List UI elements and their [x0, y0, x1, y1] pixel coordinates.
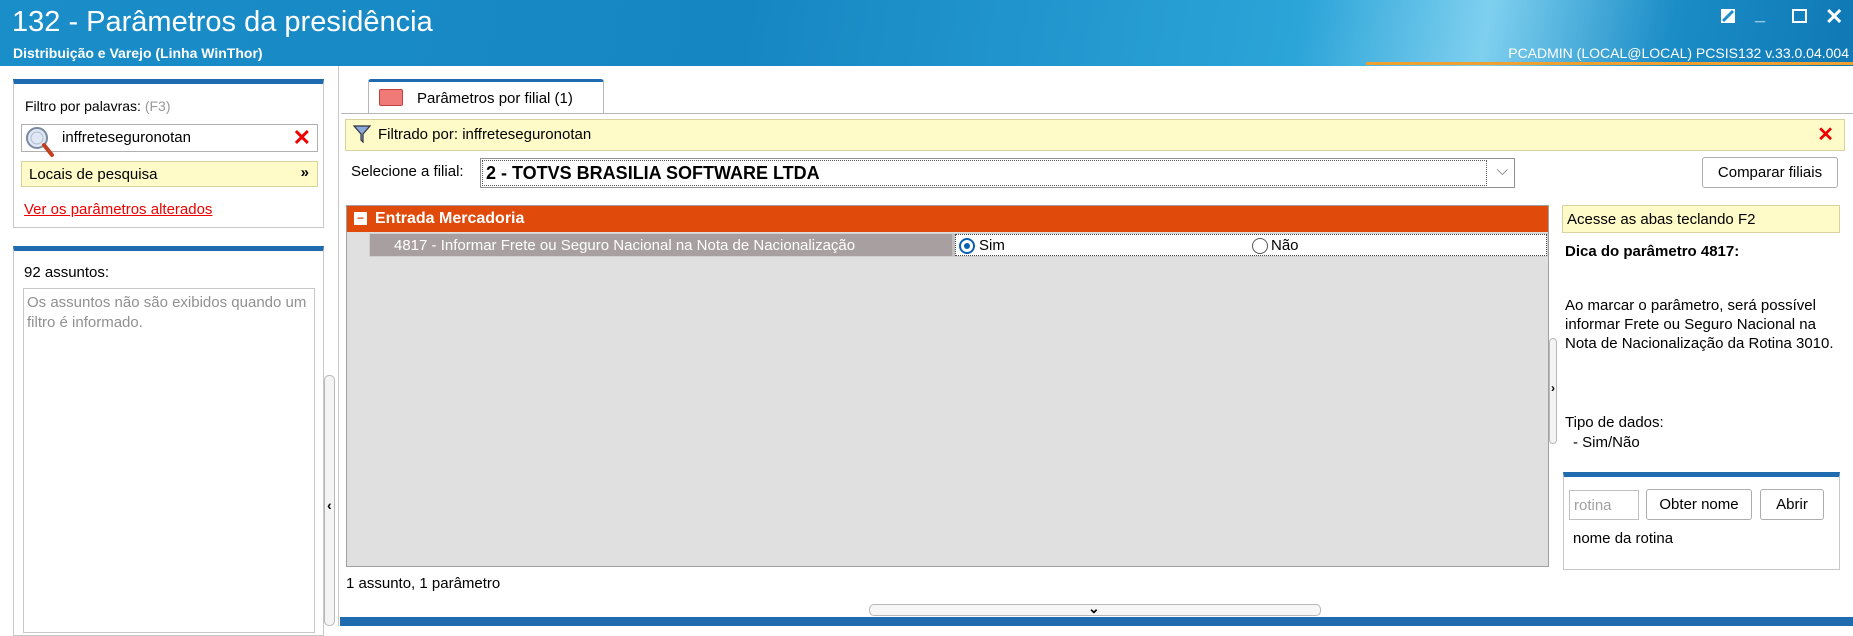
tab-parametros-por-filial[interactable]: Parâmetros por filial (1)	[368, 79, 604, 114]
status-text: 1 assunto, 1 parâmetro	[346, 575, 501, 592]
open-button[interactable]: Abrir	[1760, 489, 1824, 520]
filter-status-bar: Filtrado por: inffreteseguronotan ✕	[345, 119, 1845, 151]
chevron-down-icon[interactable]: ⌄	[1088, 600, 1100, 617]
table-row[interactable]: 4817 - Informar Frete ou Seguro Nacional…	[369, 233, 1548, 257]
chevron-left-icon[interactable]: ‹	[327, 497, 332, 513]
compare-branches-button[interactable]: Comparar filiais	[1702, 157, 1838, 188]
hint-text: Acesse as abas teclando F2	[1567, 211, 1756, 228]
filial-label: Selecione a filial:	[351, 163, 464, 180]
title-accent-line	[1366, 62, 1853, 65]
subjects-panel: 92 assuntos: Os assuntos não são exibido…	[13, 246, 324, 636]
maximize-icon[interactable]	[1791, 8, 1809, 31]
routine-input[interactable]: rotina	[1569, 490, 1639, 520]
tab-label: Parâmetros por filial (1)	[417, 90, 573, 107]
parameters-grid: − Entrada Mercadoria 4817 - Informar Fre…	[346, 205, 1549, 567]
search-icon	[24, 125, 54, 159]
divider	[338, 66, 339, 626]
data-type-label: Tipo de dados:	[1565, 414, 1664, 431]
clear-filter-icon[interactable]: ✕	[1817, 122, 1834, 147]
filial-value: 2 - TOTVS BRASILIA SOFTWARE LTDA	[486, 163, 820, 183]
subjects-count-label: 92 assuntos:	[24, 264, 110, 281]
chevron-down-icon: ⌵	[1496, 162, 1508, 179]
filter-status-text: Filtrado por: inffreteseguronotan	[378, 126, 592, 143]
divider	[341, 113, 1853, 114]
subjects-empty-message: Os assuntos não são exibidos quando um f…	[27, 294, 307, 331]
collapse-icon[interactable]: −	[354, 212, 367, 225]
filter-panel: Filtro por palavras: (F3) inffreteseguro…	[13, 79, 324, 228]
title-bar: 132 - Parâmetros da presidência Distribu…	[0, 0, 1853, 66]
radio-sim[interactable]	[959, 238, 975, 254]
tip-text: Ao marcar o parâmetro, será possível inf…	[1565, 297, 1834, 352]
group-label: Entrada Mercadoria	[375, 210, 525, 227]
param-label: 4817 - Informar Frete ou Seguro Nacional…	[370, 234, 952, 256]
bottom-panel-bar	[340, 617, 1853, 626]
user-info: PCADMIN (LOCAL@LOCAL) PCSIS132 v.33.0.04…	[1508, 45, 1849, 61]
search-locations-dropdown[interactable]: Locais de pesquisa »	[21, 161, 318, 187]
minimize-icon[interactable]: _	[1755, 4, 1765, 25]
group-row[interactable]: − Entrada Mercadoria	[347, 206, 1548, 232]
funnel-icon	[352, 124, 372, 148]
routine-name-label: nome da rotina	[1573, 530, 1674, 547]
filter-label: Filtro por palavras: (F3)	[25, 98, 171, 114]
search-value: inffreteseguronotan	[62, 129, 191, 146]
changed-params-link[interactable]: Ver os parâmetros alterados	[24, 201, 212, 218]
restore-icon[interactable]	[1720, 8, 1738, 31]
close-icon[interactable]: ✕	[1825, 4, 1843, 30]
hint-box: Acesse as abas teclando F2	[1562, 205, 1840, 233]
search-locations-label: Locais de pesquisa	[29, 166, 158, 183]
folder-icon	[379, 89, 403, 106]
filial-select[interactable]: 2 - TOTVS BRASILIA SOFTWARE LTDA ⌵	[480, 158, 1515, 188]
window-subtitle: Distribuição e Varejo (Linha WinThor)	[13, 45, 263, 61]
window-title: 132 - Parâmetros da presidência	[12, 6, 433, 38]
radio-nao[interactable]	[1252, 238, 1268, 254]
tip-title: Dica do parâmetro 4817:	[1565, 243, 1740, 260]
chevron-right-icon[interactable]: ›	[1551, 381, 1555, 395]
clear-search-icon[interactable]: ✕	[293, 125, 311, 151]
radio-sim-label: Sim	[979, 237, 1005, 254]
param-options: Sim Não	[955, 234, 1547, 256]
data-type-value: - Sim/Não	[1573, 434, 1640, 451]
search-input[interactable]: inffreteseguronotan ✕	[21, 124, 318, 157]
radio-nao-label: Não	[1271, 237, 1299, 254]
subjects-list[interactable]: Os assuntos não são exibidos quando um f…	[23, 288, 315, 633]
get-name-button[interactable]: Obter nome	[1646, 489, 1752, 520]
routine-panel: rotina Obter nome Abrir nome da rotina	[1563, 472, 1840, 570]
double-chevron-down-icon: »	[300, 164, 309, 181]
